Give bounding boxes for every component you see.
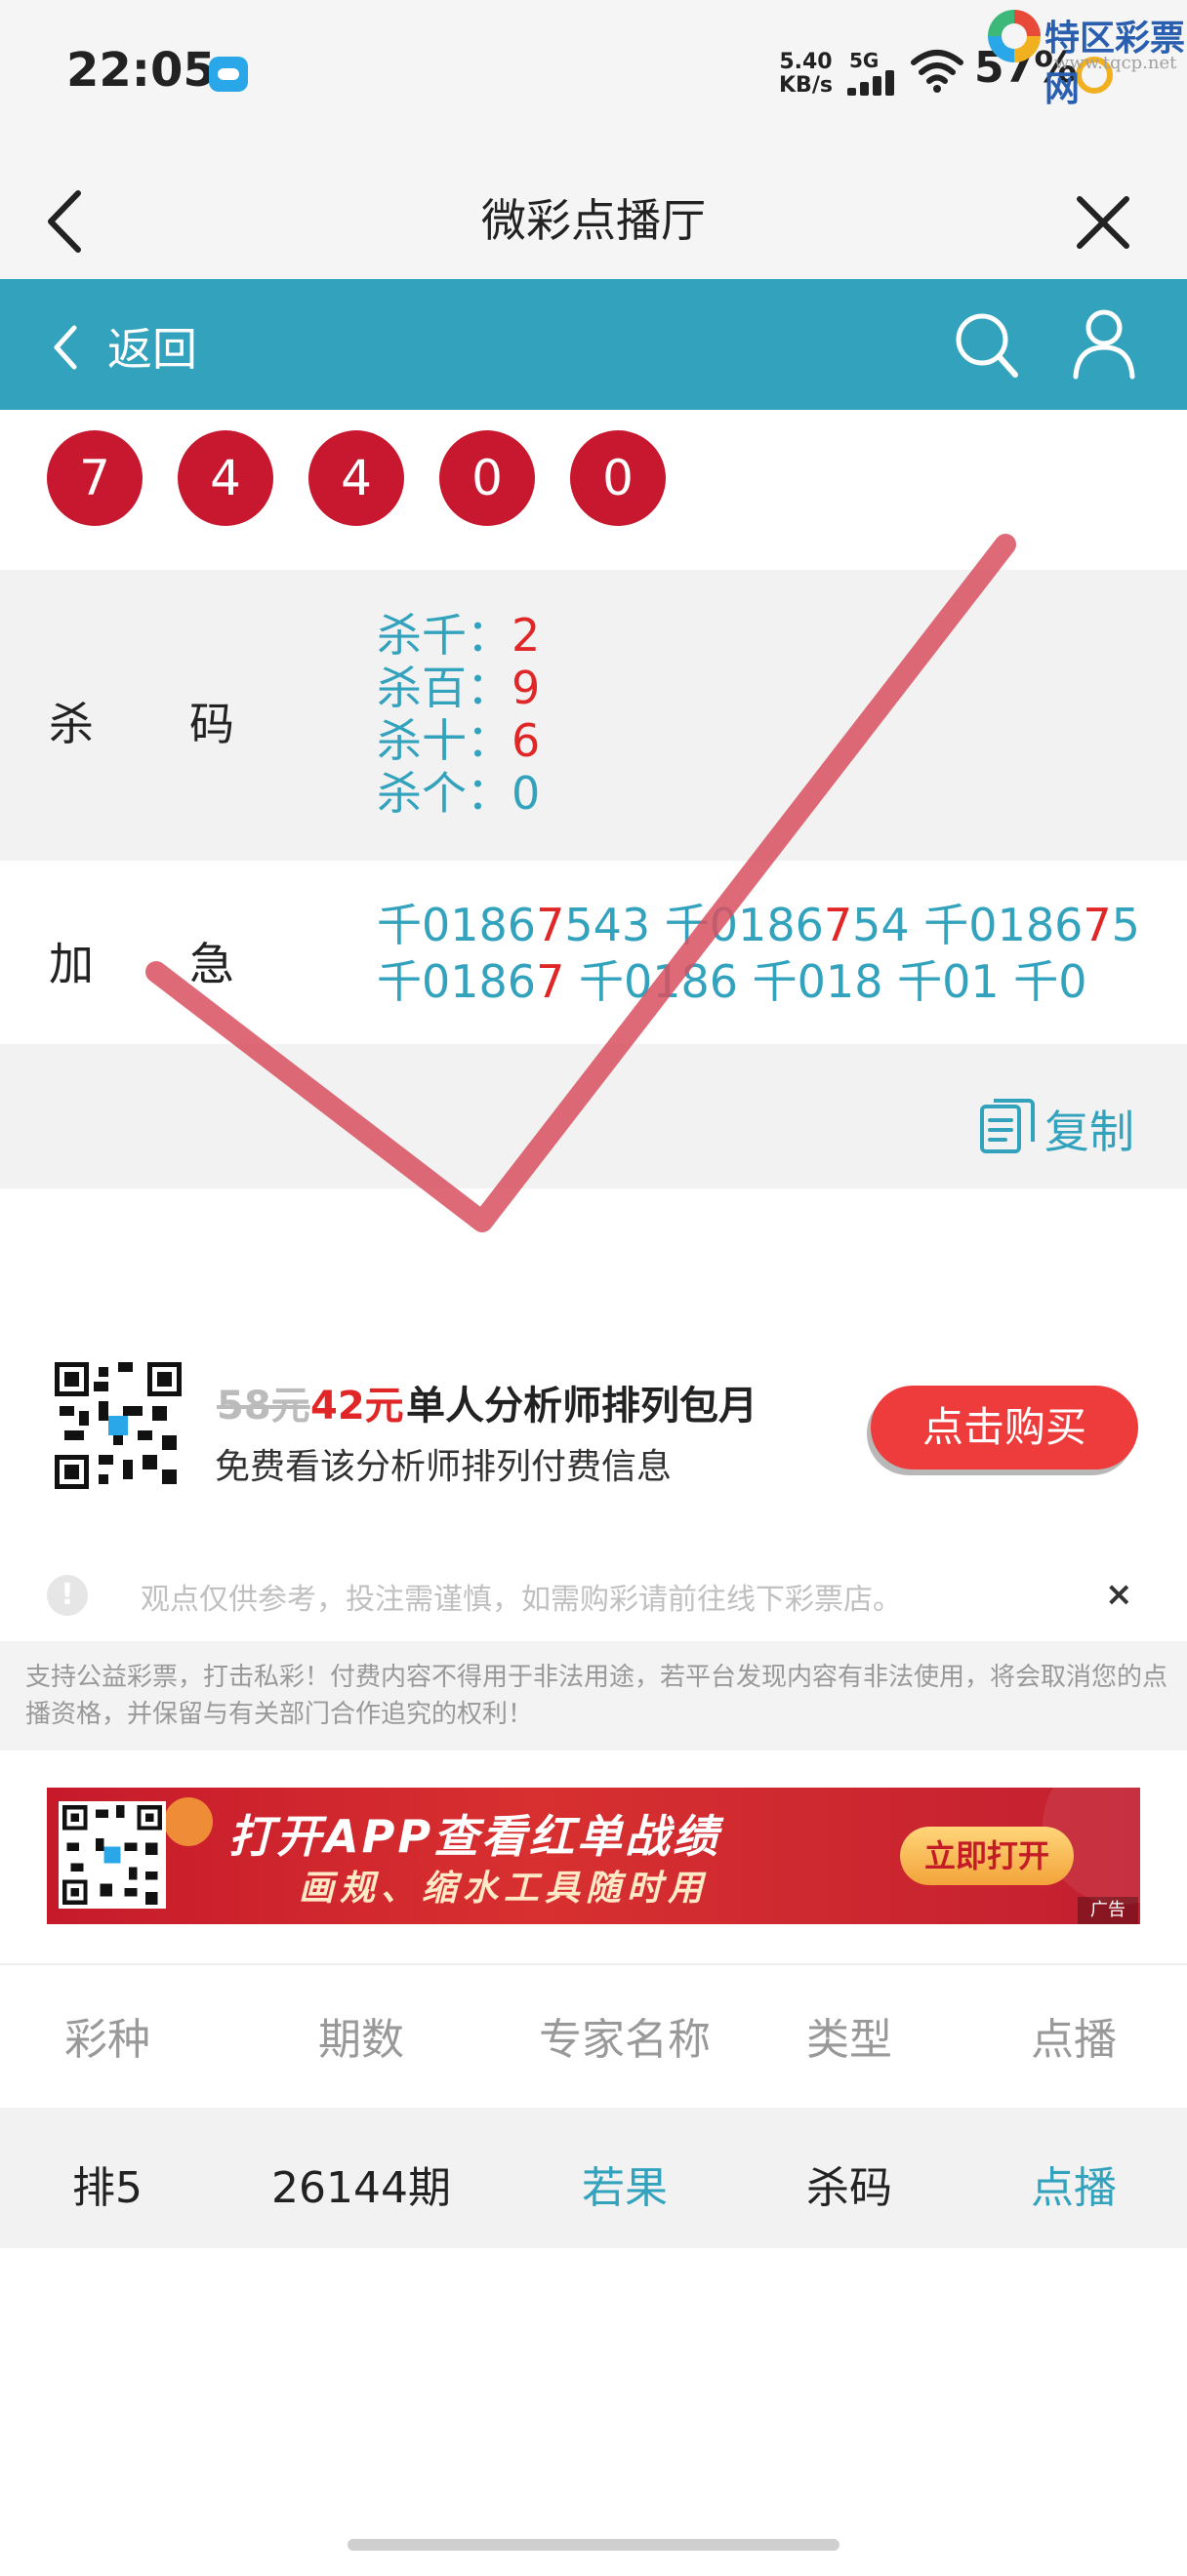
copy-button[interactable]: 复制 — [1044, 1097, 1134, 1161]
search-icon[interactable] — [953, 310, 1021, 381]
number-ball: 0 — [570, 430, 666, 526]
kill-code-section — [0, 570, 1187, 861]
promo-title: 单人分析师排列包月 — [406, 1384, 757, 1429]
home-indicator[interactable] — [348, 2539, 839, 2551]
watermark-url: www.tqcp.net — [1054, 53, 1177, 73]
kill-unit: 杀个：0 — [377, 767, 541, 820]
promo-qr-code — [55, 1362, 182, 1489]
urgent-label-2: 急 — [189, 938, 234, 990]
weather-app-icon — [209, 57, 248, 92]
cell-period: 26144期 — [271, 2163, 451, 2213]
kill-code-label-2: 码 — [189, 698, 234, 750]
back-label[interactable]: 返回 — [107, 314, 197, 379]
urgent-label-1: 加 — [49, 938, 94, 990]
banner-qr-code — [59, 1801, 166, 1909]
back-arrow-icon — [54, 325, 77, 370]
buy-button[interactable]: 点击购买 — [871, 1386, 1138, 1469]
notice-close-button[interactable]: × — [1105, 1575, 1133, 1614]
table-divider — [0, 1963, 1187, 1965]
kill-thousand: 杀千：2 — [377, 609, 541, 662]
network-speed-value: 5.40 — [779, 50, 833, 74]
network-type: 5G — [849, 49, 880, 72]
network-speed: 5.40 KB/s — [779, 51, 833, 98]
watermark-logo-icon — [988, 10, 1041, 62]
wifi-icon — [911, 50, 963, 93]
kill-ten: 杀十：6 — [377, 714, 541, 767]
status-time: 22:05 — [66, 43, 216, 98]
ad-badge: 广告 — [1078, 1897, 1138, 1924]
cell-lottery: 排5 — [72, 2163, 143, 2213]
cell-type: 杀码 — [806, 2163, 892, 2213]
table-header-type: 类型 — [806, 2015, 892, 2065]
table-header-lottery: 彩种 — [64, 2015, 150, 2065]
cell-expert-link[interactable]: 若果 — [508, 2153, 742, 2215]
notice-text: 观点仅供参考，投注需谨慎，如需购彩请前往线下彩票店。 — [141, 1583, 902, 1617]
open-app-button[interactable]: 立即打开 — [900, 1827, 1074, 1885]
banner-subtitle: 画规、缩水工具随时用 — [299, 1869, 710, 1909]
promo-new-price: 42元 — [310, 1384, 404, 1429]
table-header-period: 期数 — [318, 2015, 404, 2065]
banner-title: 打开APP查看红单战绩 — [228, 1810, 721, 1863]
number-ball: 7 — [47, 430, 143, 526]
promo-subtitle: 免费看该分析师排列付费信息 — [215, 1447, 673, 1487]
info-icon: ! — [47, 1575, 88, 1616]
signal-icon — [847, 70, 902, 96]
close-icon[interactable] — [1074, 193, 1132, 252]
table-header-expert: 专家名称 — [539, 2015, 711, 2065]
kill-hundred: 杀百：9 — [377, 662, 541, 714]
number-ball: 4 — [178, 430, 273, 526]
urgent-line-1: 千01867543 千0186754 千018675 — [377, 899, 1140, 951]
user-icon[interactable] — [1072, 308, 1136, 381]
number-ball: 0 — [439, 430, 535, 526]
kill-code-label-1: 杀 — [49, 698, 94, 750]
page-title: 微彩点播厅 — [481, 194, 706, 247]
table-header-play: 点播 — [1031, 2015, 1117, 2065]
number-ball: 4 — [308, 430, 404, 526]
urgent-line-2: 千01867 千0186 千018 千01 千0 — [377, 955, 1087, 1008]
copy-icon[interactable] — [978, 1095, 1037, 1155]
urgent-section — [0, 861, 1187, 1044]
promo-old-price: 58元 — [217, 1384, 310, 1429]
play-button[interactable]: 点播 — [996, 2153, 1152, 2215]
network-speed-unit: KB/s — [779, 73, 833, 98]
disclaimer-text: 支持公益彩票，打击私彩！付费内容不得用于非法用途，若平台发现内容有非法使用，将会… — [25, 1663, 1168, 1729]
